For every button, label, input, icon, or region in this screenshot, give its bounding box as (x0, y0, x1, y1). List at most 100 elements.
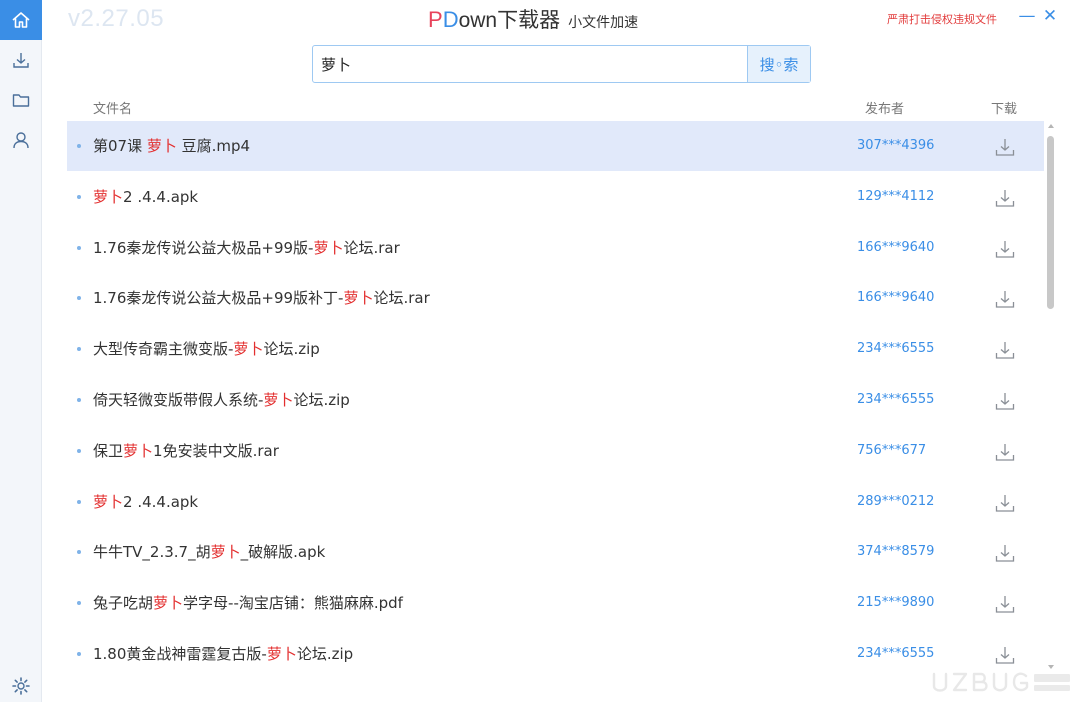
download-icon[interactable] (994, 288, 1016, 310)
file-name: 1.76秦龙传说公益大极品+99版-萝卜论坛.rar (93, 223, 400, 273)
bullet-dot (77, 296, 81, 301)
file-name-suffix: 论坛.rar (343, 238, 400, 257)
result-row[interactable]: 1.76秦龙传说公益大极品+99版补丁-萝卜论坛.rar 166***9640 (67, 273, 1044, 323)
search-bar: 搜◦索 (312, 45, 811, 83)
app-title-rest: own下载器 (458, 9, 561, 32)
publisher-id[interactable]: 166***9640 (857, 273, 934, 323)
file-name: 大型传奇霸主微变版-萝卜论坛.zip (93, 324, 320, 374)
bullet-dot (77, 448, 81, 453)
bullet-dot (77, 347, 81, 352)
download-icon[interactable] (994, 339, 1016, 361)
scroll-up-arrow[interactable] (1048, 124, 1054, 128)
result-row[interactable]: 萝卜2 .4.4.apk 289***0212 (67, 477, 1044, 527)
publisher-id[interactable]: 234***6555 (857, 375, 934, 425)
scroll-thumb[interactable] (1047, 136, 1054, 309)
bullet-dot (77, 601, 81, 606)
copyright-warning-link[interactable]: 严肃打击侵权违规文件 (887, 11, 997, 27)
minimize-button[interactable]: — (1018, 6, 1036, 26)
download-icon[interactable] (994, 390, 1016, 412)
results-scrollbar[interactable] (1046, 121, 1056, 669)
file-name-keyword: 萝卜 (153, 594, 184, 613)
publisher-id[interactable]: 215***9890 (857, 578, 934, 628)
download-icon[interactable] (994, 644, 1016, 666)
file-name: 1.76秦龙传说公益大极品+99版补丁-萝卜论坛.rar (93, 273, 430, 323)
download-icon[interactable] (994, 542, 1016, 564)
publisher-id[interactable]: 129***4112 (857, 172, 934, 222)
publisher-id[interactable]: 166***9640 (857, 223, 934, 273)
file-name-keyword: 萝卜 (263, 391, 294, 409)
file-name-suffix: 1免安装中文版.rar (153, 441, 279, 460)
search-input[interactable] (313, 46, 747, 82)
file-name-keyword: 萝卜 (123, 441, 154, 460)
download-icon[interactable] (994, 441, 1016, 463)
result-row[interactable]: 1.76秦龙传说公益大极品+99版-萝卜论坛.rar 166***9640 (67, 223, 1044, 273)
file-name-prefix: 倚天轻微变版带假人系统- (93, 391, 264, 409)
download-icon[interactable] (994, 136, 1016, 158)
bullet-dot (77, 144, 81, 148)
sidebar (0, 0, 42, 702)
result-row[interactable]: 兔子吃胡萝卜学字母--淘宝店铺：熊猫麻麻.pdf 215***9890 (67, 578, 1044, 628)
user-icon (13, 132, 29, 149)
file-name: 第07课 萝卜 豆腐.mp4 (93, 121, 250, 171)
file-name-prefix: 1.80黄金战神雷霆复古版- (93, 645, 267, 663)
settings-button[interactable] (0, 670, 42, 702)
search-button[interactable]: 搜◦索 (747, 46, 810, 82)
file-name-prefix: 大型传奇霸主微变版- (93, 340, 234, 359)
column-header-publisher: 发布者 (865, 102, 905, 117)
file-name-suffix: _破解版.apk (240, 543, 326, 562)
result-row[interactable]: 大型传奇霸主微变版-萝卜论坛.zip 234***6555 (67, 324, 1044, 374)
download-icon[interactable] (994, 187, 1016, 209)
file-name: 萝卜2 .4.4.apk (93, 172, 198, 222)
sidebar-item-account[interactable] (0, 120, 42, 160)
file-name-suffix: 论坛.zip (293, 391, 350, 409)
result-row[interactable]: 倚天轻微变版带假人系统-萝卜论坛.zip 234***6555 (67, 375, 1044, 425)
publisher-id[interactable]: 289***0212 (857, 477, 934, 527)
sidebar-item-downloads[interactable] (0, 40, 42, 80)
column-header-filename: 文件名 (93, 102, 133, 117)
app-title-d: D (442, 7, 459, 32)
file-name-prefix: 第07课 (93, 137, 147, 155)
result-row[interactable]: 1.80黄金战神雷霆复古版-萝卜论坛.zip 234***6555 (67, 629, 1044, 679)
file-name-prefix: 1.76秦龙传说公益大极品+99版补丁- (93, 289, 344, 308)
app-subtitle: 小文件加速 (568, 15, 639, 31)
file-name: 倚天轻微变版带假人系统-萝卜论坛.zip (93, 375, 350, 425)
result-row[interactable]: 保卫萝卜1免安装中文版.rar 756***677 (67, 426, 1044, 476)
download-icon[interactable] (994, 593, 1016, 615)
file-name-suffix: 学字母--淘宝店铺：熊猫麻麻.pdf (183, 594, 403, 613)
column-header-download: 下载 (991, 102, 1018, 117)
home-icon (12, 12, 30, 28)
folder-icon (12, 94, 30, 107)
file-name: 牛牛TV_2.3.7_胡萝卜_破解版.apk (93, 527, 325, 577)
app-title: P Down下载器 小文件加速 (428, 4, 638, 34)
file-name-keyword: 萝卜 (93, 492, 124, 511)
version-label: v2.27.05 (68, 5, 165, 32)
watermark-logo (932, 672, 1070, 692)
file-name-keyword: 萝卜 (313, 238, 344, 257)
publisher-id[interactable]: 307***4396 (857, 121, 934, 171)
sidebar-item-home[interactable] (0, 0, 42, 40)
file-name: 兔子吃胡萝卜学字母--淘宝店铺：熊猫麻麻.pdf (93, 578, 403, 628)
publisher-id[interactable]: 756***677 (857, 426, 926, 476)
sidebar-item-files[interactable] (0, 80, 42, 120)
file-name-keyword: 萝卜 (266, 645, 297, 663)
publisher-id[interactable]: 374***8579 (857, 527, 934, 577)
file-name-suffix: 2 .4.4.apk (123, 187, 199, 206)
result-row[interactable]: 萝卜2 .4.4.apk 129***4112 (67, 172, 1044, 222)
publisher-id[interactable]: 234***6555 (857, 629, 934, 679)
file-name-suffix: 论坛.zip (263, 340, 320, 359)
publisher-id[interactable]: 234***6555 (857, 324, 934, 374)
close-button[interactable]: ✕ (1041, 6, 1059, 26)
bullet-dot (77, 499, 81, 504)
file-name-keyword: 萝卜 (210, 543, 241, 562)
download-icon[interactable] (994, 238, 1016, 260)
file-name-prefix: 保卫 (93, 441, 124, 460)
download-icon[interactable] (994, 492, 1016, 514)
file-name: 保卫萝卜1免安装中文版.rar (93, 426, 279, 476)
bullet-dot (77, 194, 81, 199)
app-title-p: P (428, 7, 443, 32)
bullet-dot (77, 550, 81, 555)
result-row[interactable]: 牛牛TV_2.3.7_胡萝卜_破解版.apk 374***8579 (67, 527, 1044, 577)
file-name-suffix: 论坛.zip (296, 645, 354, 663)
result-row[interactable]: 第07课 萝卜 豆腐.mp4 307***4396 (67, 121, 1044, 171)
file-name-prefix: 牛牛TV_2.3.7_胡 (93, 543, 211, 562)
